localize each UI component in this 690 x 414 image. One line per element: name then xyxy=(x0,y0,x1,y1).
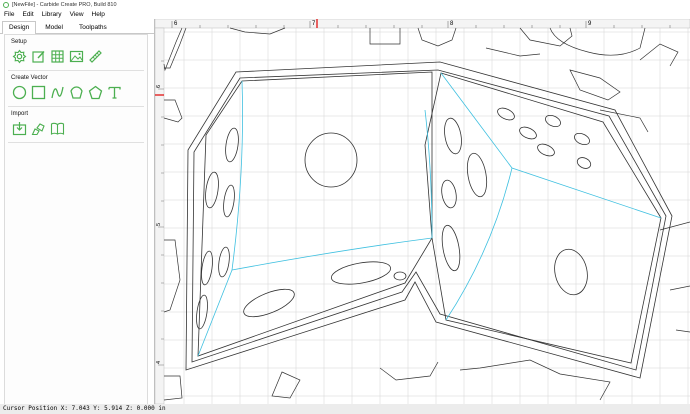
menu-help[interactable]: Help xyxy=(88,11,109,18)
die-pip xyxy=(466,152,488,198)
die-pip xyxy=(304,132,358,188)
setup-label: Setup xyxy=(11,39,27,45)
die-edge-line xyxy=(445,167,513,321)
background-vectors xyxy=(163,27,690,401)
die-edge-line xyxy=(231,237,433,271)
die-edge-line xyxy=(440,72,662,219)
import-label: Import xyxy=(11,111,29,117)
app-logo-icon xyxy=(3,1,9,8)
die-pip xyxy=(223,184,235,218)
die-pip xyxy=(441,224,461,272)
tab-toolpaths[interactable]: Toolpaths xyxy=(72,21,114,33)
status-bar: Cursor Position X: 7.043 Y: 5.914 Z: 0.0… xyxy=(0,404,690,414)
tab-bar: Design Model Toolpaths xyxy=(0,21,154,34)
import-svg-icon[interactable] xyxy=(31,121,46,136)
pentagon-icon[interactable] xyxy=(88,85,103,100)
die-pip xyxy=(554,248,588,296)
book-icon[interactable] xyxy=(50,121,65,136)
divider xyxy=(8,142,144,143)
grid-icon[interactable] xyxy=(50,49,65,64)
die-pip xyxy=(574,132,590,146)
import-tools xyxy=(12,121,147,136)
title-bar: [NewFile] - Carbide Create PRO, Build 81… xyxy=(0,0,690,9)
ruler-label-y-6: 6 xyxy=(156,85,162,88)
measure-icon[interactable] xyxy=(88,49,103,64)
die-pip xyxy=(444,117,462,155)
die-pip xyxy=(393,271,407,281)
text-icon[interactable] xyxy=(107,85,122,100)
top-ruler: 6 7 8 9 xyxy=(155,19,690,29)
ruler-label-y-5: 5 xyxy=(156,223,162,226)
dice-outline xyxy=(185,61,673,379)
settings-icon[interactable] xyxy=(12,49,27,64)
window-title: [NewFile] - Carbide Create PRO, Build 81… xyxy=(12,1,117,8)
die-pip xyxy=(497,107,515,121)
curve-icon[interactable] xyxy=(50,85,65,100)
image-icon[interactable] xyxy=(69,49,84,64)
die-pip xyxy=(545,114,561,128)
rectangle-icon[interactable] xyxy=(31,85,46,100)
menu-view[interactable]: View xyxy=(66,11,88,18)
die-pip xyxy=(576,157,592,169)
menu-edit[interactable]: Edit xyxy=(18,11,37,18)
menu-library[interactable]: Library xyxy=(38,11,66,18)
edit-icon[interactable] xyxy=(31,49,46,64)
design-panel: Setup Create Vector Import xyxy=(4,34,148,406)
design-canvas[interactable]: 6 7 8 9 6 5 4 xyxy=(155,19,690,404)
import-icon[interactable] xyxy=(12,121,27,136)
canvas-grid xyxy=(164,28,690,404)
divider xyxy=(8,70,144,71)
circle-icon[interactable] xyxy=(12,85,27,100)
menu-bar: File Edit Library View Help xyxy=(0,9,690,19)
divider xyxy=(8,106,144,107)
die-pip xyxy=(441,179,457,209)
die-pip xyxy=(331,261,391,285)
setup-tools xyxy=(12,49,147,64)
die-pip xyxy=(225,127,239,163)
vector-tools xyxy=(12,85,147,100)
create-vector-label: Create Vector xyxy=(11,75,48,81)
sidebar: Design Model Toolpaths Setup Create Vect… xyxy=(0,19,155,406)
die-pip xyxy=(243,288,295,318)
left-die xyxy=(196,71,433,357)
polygon-icon[interactable] xyxy=(69,85,84,100)
tab-design[interactable]: Design xyxy=(2,21,37,34)
menu-file[interactable]: File xyxy=(0,11,18,18)
canvas-svg[interactable]: 6 7 8 9 6 5 4 xyxy=(155,19,690,404)
ruler-label-y-4: 4 xyxy=(156,361,162,364)
left-ruler: 6 5 4 xyxy=(155,27,165,404)
die-pip xyxy=(519,126,537,140)
tab-model[interactable]: Model xyxy=(38,21,70,33)
die-pip xyxy=(218,246,230,278)
